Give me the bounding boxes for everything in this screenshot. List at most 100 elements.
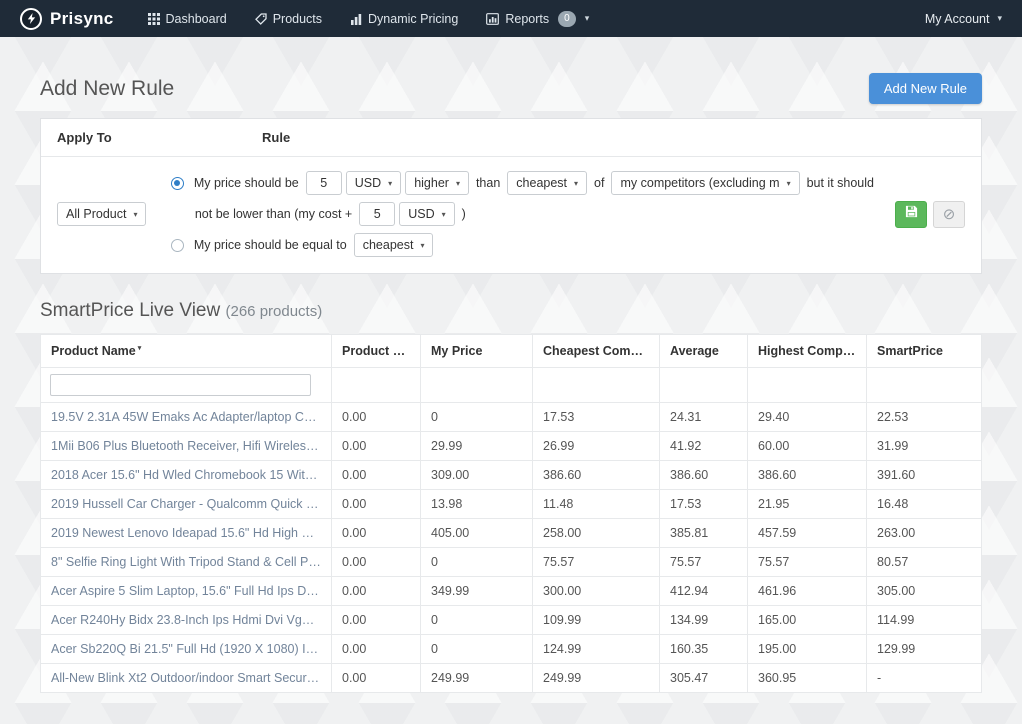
product-name-filter-input[interactable]: [50, 374, 311, 396]
equal-comparison-select[interactable]: cheapest ▾: [354, 233, 434, 257]
apply-to-select[interactable]: All Product ▾: [57, 202, 146, 226]
currency-select[interactable]: USD ▾: [346, 171, 401, 195]
nav-reports-label: Reports: [505, 12, 549, 26]
product-name-cell[interactable]: Acer Aspire 5 Slim Laptop, 15.6" Full Hd…: [41, 577, 332, 606]
col-cheapest-competitor[interactable]: Cheapest Competitor: [533, 335, 660, 368]
rule-panel: Apply To Rule All Product ▾ My price sho…: [40, 118, 982, 274]
smartprice-cell: 22.53: [867, 403, 982, 432]
rule-builder: My price should be USD ▾ higher ▾ than c…: [171, 171, 879, 257]
chevron-down-icon: ▾: [574, 179, 578, 188]
table-row: Acer Aspire 5 Slim Laptop, 15.6" Full Hd…: [41, 577, 982, 606]
cheapest-competitor-cell: 124.99: [533, 635, 660, 664]
rule-2-radio[interactable]: [171, 239, 184, 252]
page-header: Add New Rule Add New Rule: [40, 73, 982, 104]
product-count: (266 products): [226, 303, 323, 320]
rule-option-1-line-1: My price should be USD ▾ higher ▾ than c…: [171, 171, 879, 195]
currency-value: USD: [355, 176, 381, 190]
product-name-cell[interactable]: 2019 Hussell Car Charger - Qualcomm Quic…: [41, 490, 332, 519]
save-rule-button[interactable]: [895, 201, 927, 228]
product-name-cell[interactable]: 2019 Newest Lenovo Ideapad 15.6" Hd High…: [41, 519, 332, 548]
col-smartprice[interactable]: SmartPrice: [867, 335, 982, 368]
top-navbar: Prisync Dashboard Products: [0, 0, 1022, 37]
disable-rule-button[interactable]: ⊘: [933, 201, 965, 228]
chevron-down-icon: ▾: [133, 210, 137, 219]
amount-input[interactable]: [306, 171, 342, 195]
product-cost-cell: 0.00: [332, 490, 421, 519]
product-name-cell[interactable]: 19.5V 2.31A 45W Emaks Ac Adapter/laptop …: [41, 403, 332, 432]
filter-cell-empty: [332, 368, 421, 403]
average-cell: 305.47: [660, 664, 748, 693]
sort-caret-icon: ▾: [138, 345, 142, 352]
chevron-down-icon: ▾: [388, 179, 392, 188]
col-average[interactable]: Average: [660, 335, 748, 368]
smartprice-cell: -: [867, 664, 982, 693]
product-cost-cell: 0.00: [332, 461, 421, 490]
product-cost-cell: 0.00: [332, 519, 421, 548]
average-cell: 386.60: [660, 461, 748, 490]
filter-cell-empty: [660, 368, 748, 403]
product-name-cell[interactable]: 1Mii B06 Plus Bluetooth Receiver, Hifi W…: [41, 432, 332, 461]
my-price-cell: 309.00: [421, 461, 533, 490]
average-cell: 134.99: [660, 606, 748, 635]
chevron-down-icon: ▾: [585, 13, 590, 24]
table-row: 19.5V 2.31A 45W Emaks Ac Adapter/laptop …: [41, 403, 982, 432]
chevron-down-icon: ▾: [997, 13, 1002, 24]
product-cost-cell: 0.00: [332, 577, 421, 606]
dashboard-grid-icon: [148, 13, 160, 25]
smartprice-cell: 16.48: [867, 490, 982, 519]
slash-circle-icon: ⊘: [943, 205, 956, 223]
product-name-cell[interactable]: Acer Sb220Q Bi 21.5" Full Hd (1920 X 108…: [41, 635, 332, 664]
table-row: 2019 Hussell Car Charger - Qualcomm Quic…: [41, 490, 982, 519]
my-price-cell: 0: [421, 403, 533, 432]
cheapest-competitor-cell: 300.00: [533, 577, 660, 606]
product-cost-cell: 0.00: [332, 664, 421, 693]
smartprice-cell: 114.99: [867, 606, 982, 635]
col-product-name[interactable]: Product Name▾: [41, 335, 332, 368]
smartprice-cell: 129.99: [867, 635, 982, 664]
filter-cell-empty: [867, 368, 982, 403]
rule-panel-body: All Product ▾ My price should be USD ▾ h…: [41, 157, 981, 273]
cost-plus-currency-select[interactable]: USD ▾: [399, 202, 454, 226]
competitors-select[interactable]: my competitors (excluding m ▾: [611, 171, 799, 195]
comparison-select[interactable]: cheapest ▾: [507, 171, 587, 195]
add-new-rule-button[interactable]: Add New Rule: [869, 73, 982, 104]
cost-plus-currency-value: USD: [408, 207, 434, 221]
rule-text: ): [462, 207, 466, 221]
chevron-down-icon: ▾: [442, 210, 446, 219]
filter-row: [41, 368, 982, 403]
highest-competitor-cell: 457.59: [748, 519, 867, 548]
product-name-cell[interactable]: Acer R240Hy Bidx 23.8-Inch Ips Hdmi Dvi …: [41, 606, 332, 635]
smartprice-cell: 305.00: [867, 577, 982, 606]
report-chart-icon: [486, 13, 499, 25]
table-row: 1Mii B06 Plus Bluetooth Receiver, Hifi W…: [41, 432, 982, 461]
cost-plus-amount-input[interactable]: [359, 202, 395, 226]
nav-dashboard[interactable]: Dashboard: [148, 12, 227, 26]
nav-products[interactable]: Products: [255, 12, 322, 26]
nav-reports[interactable]: Reports 0 ▾: [486, 11, 589, 27]
competitors-value: my competitors (excluding m: [620, 176, 779, 190]
smartprice-cell: 80.57: [867, 548, 982, 577]
save-floppy-icon: [905, 205, 918, 223]
my-account-menu[interactable]: My Account ▾: [925, 12, 1002, 26]
average-cell: 17.53: [660, 490, 748, 519]
col-label: Product Cost: [342, 344, 420, 358]
rule-1-radio[interactable]: [171, 177, 184, 190]
product-name-cell[interactable]: All-New Blink Xt2 Outdoor/indoor Smart S…: [41, 664, 332, 693]
product-name-cell[interactable]: 8" Selfie Ring Light With Tripod Stand &…: [41, 548, 332, 577]
page-title: Add New Rule: [40, 77, 174, 101]
smartprice-cell: 391.60: [867, 461, 982, 490]
cheapest-competitor-cell: 26.99: [533, 432, 660, 461]
highest-competitor-cell: 195.00: [748, 635, 867, 664]
direction-select[interactable]: higher ▾: [405, 171, 469, 195]
col-my-price[interactable]: My Price: [421, 335, 533, 368]
product-name-cell[interactable]: 2018 Acer 15.6" Hd Wled Chromebook 15 Wi…: [41, 461, 332, 490]
brand[interactable]: Prisync: [20, 8, 114, 30]
rule-text: than: [476, 176, 500, 190]
table-row: 2018 Acer 15.6" Hd Wled Chromebook 15 Wi…: [41, 461, 982, 490]
col-product-cost[interactable]: Product Cost▾: [332, 335, 421, 368]
col-highest-competitor[interactable]: Highest Competitor: [748, 335, 867, 368]
my-price-cell: 0: [421, 606, 533, 635]
highest-competitor-cell: 60.00: [748, 432, 867, 461]
average-cell: 160.35: [660, 635, 748, 664]
nav-dynamic-pricing[interactable]: Dynamic Pricing: [350, 12, 458, 26]
